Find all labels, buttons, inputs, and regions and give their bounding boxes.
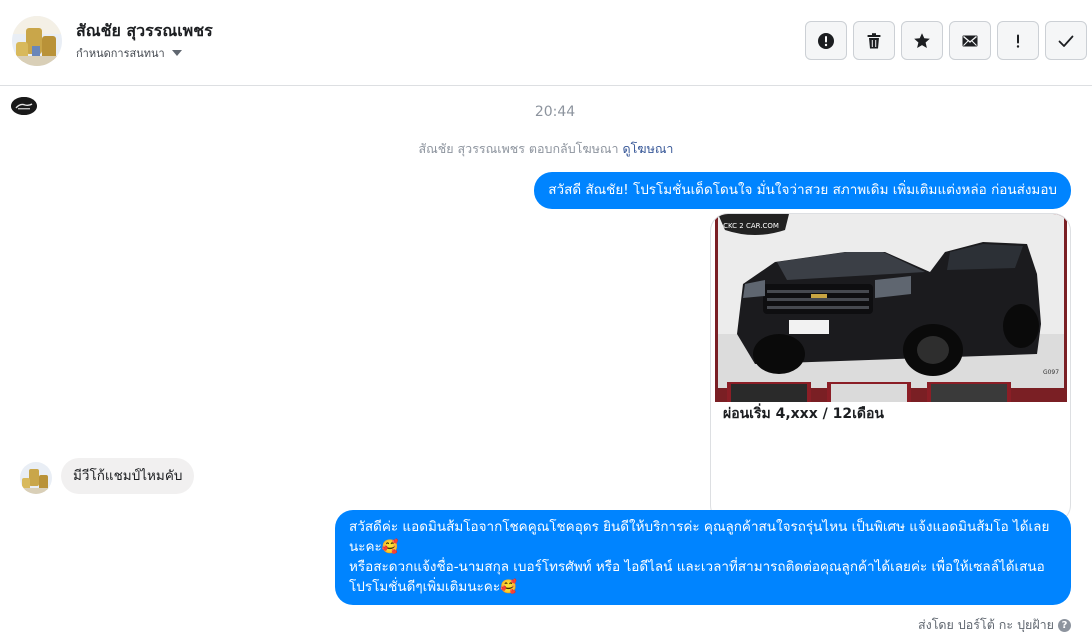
contact-avatar[interactable] (12, 16, 62, 66)
alert-circle-icon (818, 32, 834, 49)
conversation-header: สัณชัย สุวรรณเพชร กำหนดการสนทนา (0, 0, 1092, 86)
ad-image-code: G097 (1043, 369, 1059, 376)
contact-name[interactable]: สัณชัย สุวรรณเพชร (76, 20, 213, 42)
mark-done-button[interactable] (1045, 21, 1087, 60)
caret-down-icon (171, 50, 182, 56)
message-line: สวัสดีค่ะ แอดมินส้มโอจากโชคคูณโชคอุดร ยิ… (349, 519, 1050, 555)
ad-reply-notice: สัณชัย สุวรรณเพชร ตอบกลับโฆษณา ดูโฆษณา (0, 139, 1092, 159)
checkmark-icon (1058, 35, 1074, 47)
outgoing-message: สวัสดี สัณชัย! โปรโมชั่นเด็ดโดนใจ มั่นใจ… (534, 172, 1071, 209)
exclamation-icon (1016, 34, 1020, 48)
trash-icon (867, 32, 881, 48)
incoming-message: มีวีโก้แชมป์ไหมคับ (61, 458, 195, 494)
star-button[interactable] (901, 21, 943, 60)
conversation-toolbar (805, 21, 1087, 60)
assign-conversation-label: กำหนดการสนทนา (76, 47, 165, 60)
spam-button[interactable] (805, 21, 847, 60)
message-line: หรือสะดวกแจ้งชื่อ-นามสกุล เบอร์โทรศัพท์ … (349, 559, 1045, 595)
envelope-icon (962, 35, 978, 46)
ad-image: CKC 2 CAR.COM G097 (715, 214, 1067, 402)
mark-unread-button[interactable] (949, 21, 991, 60)
ad-card[interactable]: CKC 2 CAR.COM G097 ผ่อนเริ่ม 4,xxx / 12เ… (710, 213, 1071, 523)
ad-card-caption: ผ่อนเริ่ม 4,xxx / 12เดือน (723, 406, 884, 422)
sent-by-text: ส่งโดย ปอร์โต้ กะ ปุยฝ้าย (917, 617, 1054, 632)
follow-up-button[interactable] (997, 21, 1039, 60)
message-timestamp: 20:44 (534, 104, 576, 120)
assign-conversation-dropdown[interactable]: กำหนดการสนทนา (76, 44, 213, 62)
delete-button[interactable] (853, 21, 895, 60)
contact-avatar-small (20, 462, 52, 494)
help-icon[interactable]: ? (1058, 618, 1071, 632)
ad-reply-text: สัณชัย สุวรรณเพชร ตอบกลับโฆษณา (418, 141, 619, 156)
star-icon (914, 32, 930, 48)
message-thread[interactable]: 20:44 สัณชัย สุวรรณเพชร ตอบกลับโฆษณา ดูโ… (0, 87, 1092, 632)
view-ad-link[interactable]: ดูโฆษณา (622, 141, 673, 156)
contact-info: สัณชัย สุวรรณเพชร กำหนดการสนทนา (12, 16, 213, 66)
outgoing-message-long: สวัสดีค่ะ แอดมินส้มโอจากโชคคูณโชคอุดร ยิ… (335, 510, 1071, 605)
ad-image-logo-text: CKC 2 CAR.COM (723, 222, 779, 230)
sent-by-label: ส่งโดย ปอร์โต้ กะ ปุยฝ้าย ? (918, 615, 1071, 632)
